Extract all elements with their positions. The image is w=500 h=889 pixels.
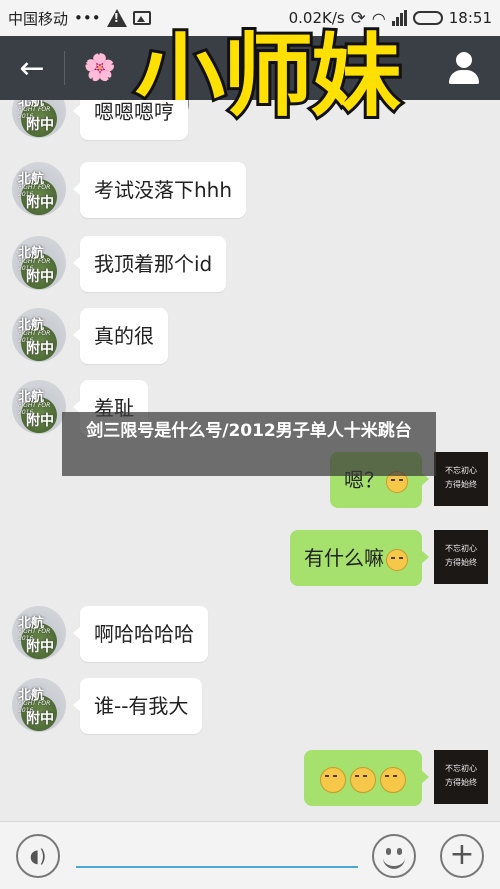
my-avatar[interactable]: 不忘初心 方得始终	[434, 750, 488, 804]
carrier-label: 中国移动	[8, 9, 69, 28]
emoji-icon	[380, 766, 406, 793]
contact-avatar[interactable]: 北航 FIGHT FOR 2016 附中	[12, 100, 66, 138]
plus-icon[interactable]: +	[440, 834, 484, 878]
sent-message[interactable]: 有什么嘛	[290, 530, 429, 586]
back-arrow-icon[interactable]: ←	[0, 36, 64, 100]
battery-icon	[412, 11, 443, 25]
my-avatar[interactable]: 不忘初心 方得始终	[434, 530, 488, 584]
received-message[interactable]: 谁--有我大	[72, 678, 203, 734]
clock: 18:51	[448, 9, 492, 27]
watermark-caption: 剑三限号是什么号/2012男子单人十米跳台	[62, 412, 436, 476]
sent-message[interactable]	[304, 750, 429, 806]
emoji-icon	[320, 766, 346, 793]
input-bar: ◖) +	[0, 821, 500, 889]
received-message[interactable]: 真的很	[73, 308, 168, 364]
received-message[interactable]: 啊哈哈哈哈	[73, 606, 208, 662]
contact-avatar[interactable]: 北航 FIGHT FOR 2016 附中	[12, 308, 66, 362]
received-message[interactable]: 嗯嗯嗯哼	[73, 100, 188, 140]
title-divider	[64, 51, 65, 85]
my-avatar[interactable]: 不忘初心 方得始终	[434, 452, 488, 506]
contact-avatar[interactable]: 北航 FIGHT FOR 2016 附中	[12, 162, 66, 216]
contact-avatar[interactable]: 北航 FIGHT FOR 2016 附中	[12, 380, 66, 434]
received-message[interactable]: 我顶着那个id	[72, 236, 227, 292]
emoji-icon[interactable]	[372, 834, 416, 878]
chat-avatar-flower-icon: 🌸	[83, 53, 117, 83]
more-dots: •••	[74, 9, 101, 27]
warning-icon	[106, 9, 127, 27]
emoji-icon	[350, 766, 376, 793]
contact-avatar[interactable]: 北航 FIGHT FOR 2016 附中	[12, 236, 66, 290]
person-icon[interactable]	[446, 50, 482, 86]
contact-avatar[interactable]: 北航 FIGHT FOR 2016 附中	[12, 606, 66, 660]
message-input[interactable]	[76, 866, 358, 868]
received-message[interactable]: 考试没落下hhh	[72, 162, 247, 218]
contact-avatar[interactable]: 北航 FIGHT FOR 2016 附中	[12, 678, 66, 732]
emoji-icon	[386, 548, 408, 571]
voice-icon[interactable]: ◖)	[16, 834, 60, 878]
